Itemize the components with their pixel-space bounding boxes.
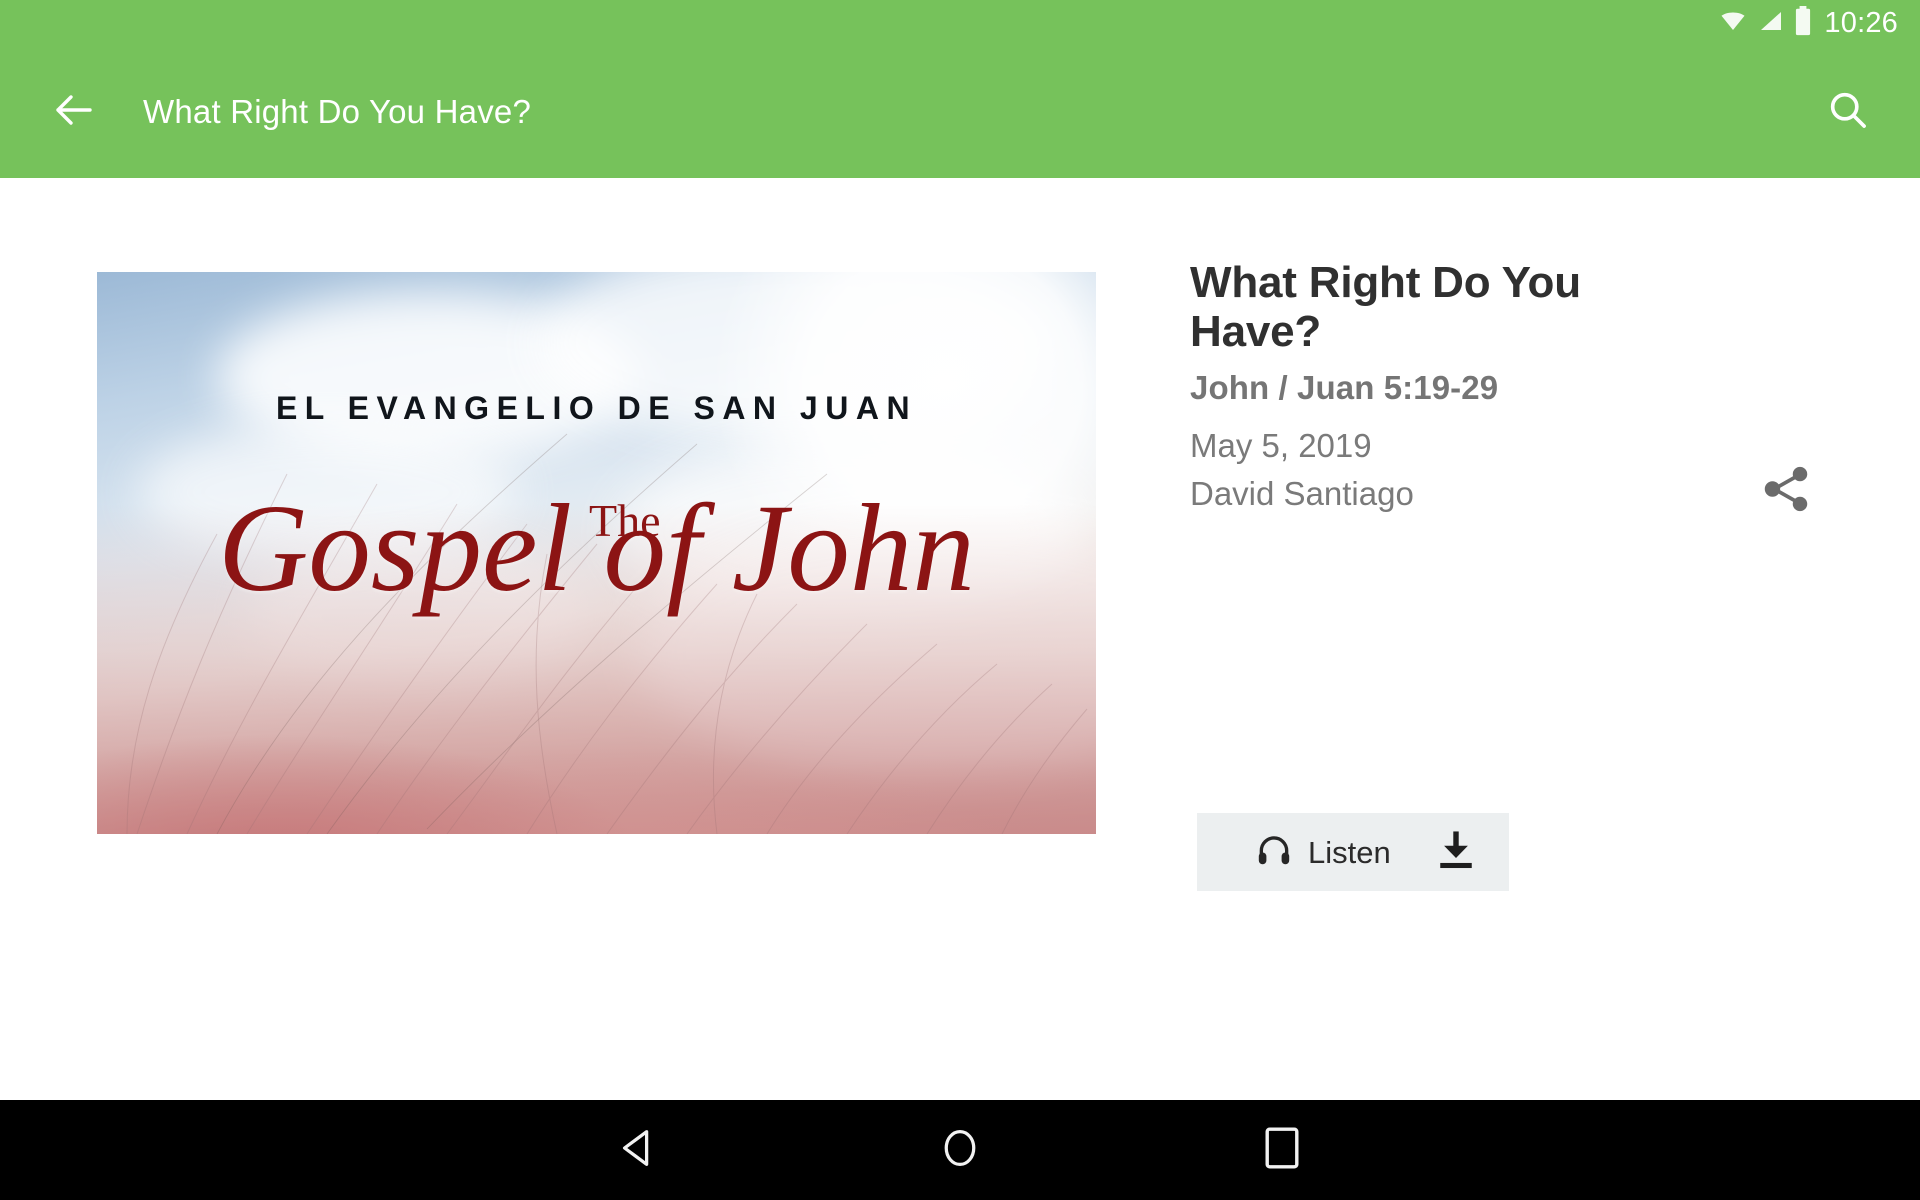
nav-home-button[interactable] [900,1100,1020,1200]
back-arrow-icon [50,86,98,139]
sermon-scripture-reference: John / Juan 5:19-29 [1190,368,1499,406]
share-icon [1758,461,1814,522]
app-root: 10:26 What Right Do You Have? EL EVANGEL… [0,0,1920,1200]
nav-home-circle-icon [939,1125,981,1176]
sermon-date: May 5, 2019 [1190,426,1372,464]
sermon-speaker: David Santiago [1190,474,1414,512]
android-nav-bar [0,1100,1920,1200]
battery-icon [1794,5,1812,41]
sermon-artwork[interactable]: EL EVANGELIO DE SAN JUAN The Gospel of J… [97,272,1096,834]
nav-recents-button[interactable] [1222,1100,1342,1200]
headphones-icon [1255,831,1293,874]
content-area: EL EVANGELIO DE SAN JUAN The Gospel of J… [0,178,1920,1100]
cellular-signal-icon [1758,9,1784,38]
share-button[interactable] [1755,460,1817,522]
sermon-details: What Right Do You Have? John / Juan 5:19… [1190,258,1710,513]
listen-button[interactable]: Listen [1255,831,1391,874]
page-title: What Right Do You Have? [143,93,531,130]
artwork-subtitle: EL EVANGELIO DE SAN JUAN [275,390,918,426]
search-icon [1825,87,1871,138]
nav-back-triangle-icon [615,1125,661,1176]
nav-back-button[interactable] [578,1100,698,1200]
artwork-title: Gospel of John [218,480,975,618]
download-button[interactable] [1433,826,1479,878]
sermon-title: What Right Do You Have? [1190,258,1581,357]
back-button[interactable] [28,66,120,158]
search-button[interactable] [1808,72,1888,152]
status-bar-icons [1718,5,1812,41]
nav-recents-square-icon [1264,1126,1300,1175]
listen-label: Listen [1308,834,1391,870]
wifi-icon [1718,9,1748,38]
listen-bar[interactable]: Listen [1197,813,1509,891]
grass-blades-decoration [126,433,1088,834]
status-bar-clock: 10:26 [1824,6,1898,39]
status-bar: 10:26 [0,0,1920,46]
app-bar: What Right Do You Have? [0,46,1920,186]
download-icon [1435,827,1477,878]
